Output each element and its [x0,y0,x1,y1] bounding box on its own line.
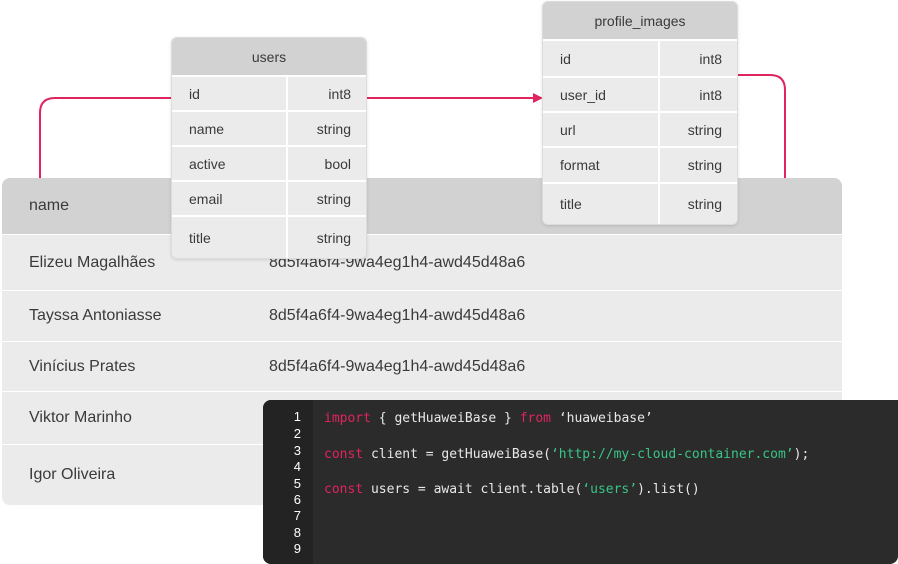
code-keyword: import [324,411,371,426]
row-name: Igor Oliveira [29,466,116,483]
line-number: 1 [293,409,301,424]
column-header-name: name [29,197,70,214]
code-line-5: const users = await client.table(‘users’… [324,482,700,497]
schema-field-row: email string [172,180,366,215]
code-text: client = getHuaweiBase( [363,447,551,462]
profile-images-schema-card: profile_images id int8 user_id int8 url … [542,1,738,225]
field-type: int8 [699,86,722,103]
line-number: 4 [293,459,301,474]
line-number: 2 [293,426,301,441]
field-name: name [172,112,288,145]
code-editor[interactable]: 1 2 3 4 5 6 7 8 9 import { getHuaweiBase… [263,400,898,564]
code-keyword: const [324,447,364,462]
field-type: string [316,229,351,246]
field-name: title [172,217,288,258]
field-type: string [316,190,351,207]
line-number: 5 [293,476,301,491]
code-line-3: const client = getHuaweiBase(‘http://my-… [324,447,809,462]
field-type: string [316,120,351,137]
field-type: int8 [328,85,351,102]
users-to-table-connector [39,97,172,178]
code-text: ‘huaweibase’ [551,411,653,426]
code-string: ‘http://my-cloud-container.com’ [550,447,794,462]
line-number: 7 [293,508,301,523]
row-name: Tayssa Antoniasse [29,307,162,324]
line-number: 9 [293,541,301,556]
code-text: users = await client.table( [363,482,583,497]
code-text: ).list() [637,482,700,497]
row-name: Vinícius Prates [29,357,136,375]
table-row[interactable]: Elizeu Magalhães 8d5f4a6f4-9wa4eg1h4-awd… [2,234,842,290]
users-schema-card: users id int8 name string active bool em… [171,37,367,259]
field-type: string [687,157,722,173]
schema-field-row: active bool [172,145,366,180]
schema-field-row: url string [543,111,737,146]
table-row[interactable]: Vinícius Prates 8d5f4a6f4-9wa4eg1h4-awd4… [2,341,842,391]
row-name: Viktor Marinho [29,409,132,426]
code-string: ‘users’ [582,482,638,497]
row-id: 8d5f4a6f4-9wa4eg1h4-awd45d48a6 [269,357,526,375]
schema-field-row: user_id int8 [543,76,737,111]
schema-title: profile_images [543,2,737,39]
code-line-1: import { getHuaweiBase } from ‘huaweibas… [324,411,653,426]
line-number-gutter: 1 2 3 4 5 6 7 8 9 [263,400,313,564]
field-type: string [687,121,722,138]
schema-field-row: title string [172,215,366,258]
table-row[interactable]: Tayssa Antoniasse 8d5f4a6f4-9wa4eg1h4-aw… [2,290,842,341]
schema-field-row: id int8 [543,39,737,76]
line-number: 6 [293,492,301,507]
line-number: 3 [293,443,301,458]
code-text: { getHuaweiBase } [370,411,520,426]
field-name: active [172,147,288,180]
profile-images-to-table-connector [737,74,786,178]
field-name: email [172,182,288,215]
schema-field-row: format string [543,146,737,182]
field-name: user_id [543,78,660,111]
schema-field-row: id int8 [172,75,366,110]
field-type: int8 [699,50,722,67]
field-name: id [543,41,660,76]
line-number: 8 [293,525,301,540]
field-name: format [543,148,660,182]
code-keyword: from [519,411,551,426]
field-name: url [543,113,660,146]
schema-field-row: name string [172,110,366,145]
code-text: ); [793,447,810,462]
field-name: id [172,77,288,110]
row-id: 8d5f4a6f4-9wa4eg1h4-awd45d48a6 [269,307,526,324]
code-keyword: const [324,482,364,497]
field-type: bool [324,155,351,172]
schema-field-row: title string [543,182,737,224]
field-name: title [543,184,660,224]
schema-title: users [172,38,366,75]
field-type: string [687,196,722,212]
